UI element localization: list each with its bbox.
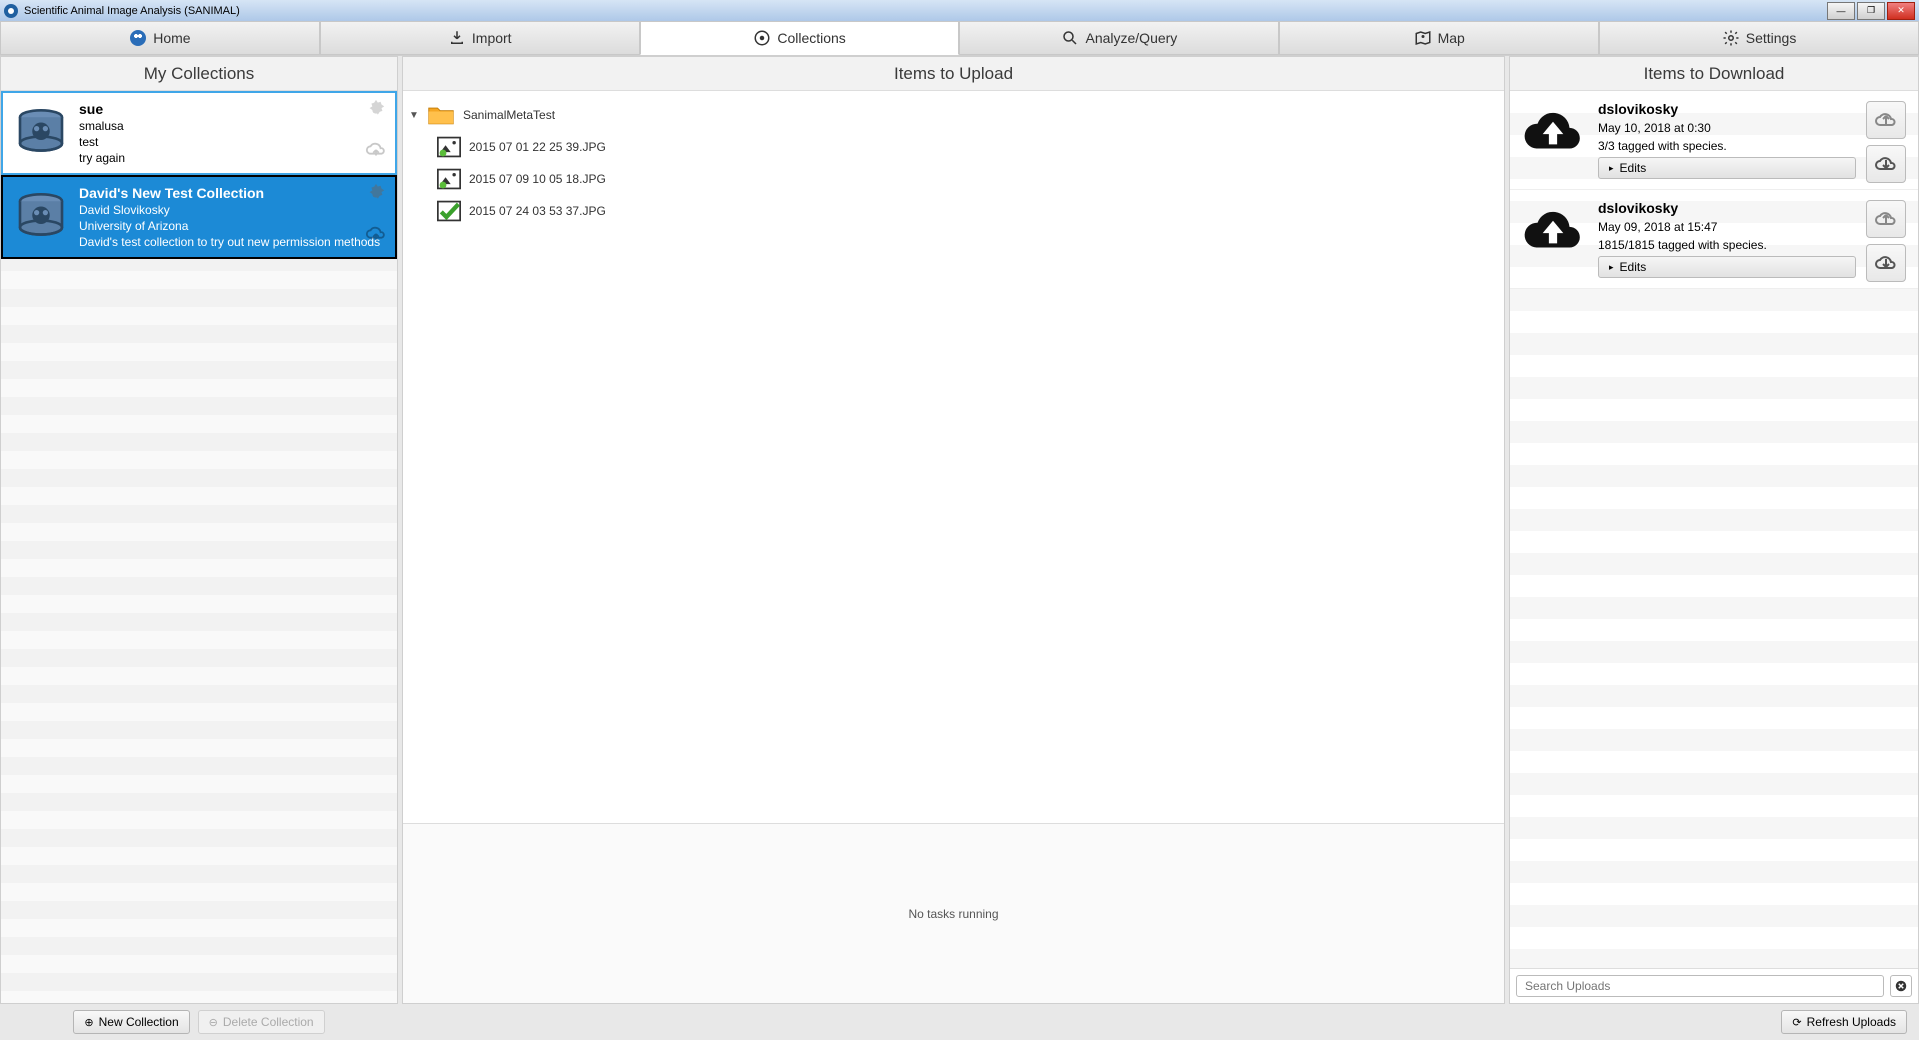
cloud-up-button[interactable] bbox=[1866, 101, 1906, 139]
status-text: No tasks running bbox=[908, 907, 998, 921]
cloud-upload-icon[interactable] bbox=[365, 139, 387, 161]
cloud-down-button[interactable] bbox=[1866, 145, 1906, 183]
delete-icon: ⊖ bbox=[209, 1016, 218, 1029]
collection-desc: David's test collection to try out new p… bbox=[79, 235, 385, 249]
tab-map[interactable]: Map bbox=[1279, 21, 1599, 55]
tree-file[interactable]: 2015 07 24 03 53 37.JPG bbox=[409, 195, 1498, 227]
database-icon bbox=[13, 189, 69, 245]
tab-home[interactable]: Home bbox=[0, 21, 320, 55]
tab-collections[interactable]: Collections bbox=[640, 21, 960, 55]
window-title: Scientific Animal Image Analysis (SANIMA… bbox=[24, 5, 240, 17]
cloud-upload-large-icon bbox=[1518, 200, 1588, 282]
folder-name: SanimalMetaTest bbox=[463, 108, 555, 122]
collection-desc: try again bbox=[79, 151, 385, 165]
collection-org: University of Arizona bbox=[79, 219, 385, 233]
file-name: 2015 07 01 22 25 39.JPG bbox=[469, 140, 606, 154]
tab-label: Collections bbox=[777, 30, 845, 46]
tree-file[interactable]: 2015 07 09 10 05 18.JPG bbox=[409, 163, 1498, 195]
download-header: Items to Download bbox=[1510, 57, 1918, 91]
folder-icon bbox=[427, 104, 455, 126]
collection-org: test bbox=[79, 135, 385, 149]
gear-icon[interactable] bbox=[365, 183, 387, 205]
download-date: May 09, 2018 at 15:47 bbox=[1598, 220, 1856, 234]
search-input[interactable] bbox=[1516, 975, 1884, 997]
collection-owner: David Slovikosky bbox=[79, 203, 385, 217]
window-titlebar: Scientific Animal Image Analysis (SANIMA… bbox=[0, 0, 1919, 22]
tab-label: Home bbox=[153, 30, 190, 46]
tree-folder[interactable]: ▼ SanimalMetaTest bbox=[409, 99, 1498, 131]
download-date: May 10, 2018 at 0:30 bbox=[1598, 121, 1856, 135]
cloud-up-button[interactable] bbox=[1866, 200, 1906, 238]
my-collections-header: My Collections bbox=[1, 57, 397, 91]
delete-collection-button[interactable]: ⊖ Delete Collection bbox=[198, 1010, 325, 1034]
download-tagged: 1815/1815 tagged with species. bbox=[1598, 238, 1856, 252]
my-collections-panel: My Collections sue smalusa test try agai… bbox=[0, 56, 398, 1004]
tab-label: Analyze/Query bbox=[1085, 30, 1177, 46]
refresh-uploads-button[interactable]: ⟳ Refresh Uploads bbox=[1781, 1010, 1907, 1034]
image-icon bbox=[437, 168, 461, 190]
tab-label: Settings bbox=[1746, 30, 1797, 46]
file-name: 2015 07 09 10 05 18.JPG bbox=[469, 172, 606, 186]
upload-tree: ▼ SanimalMetaTest 2015 07 01 22 25 39.JP… bbox=[403, 91, 1504, 823]
import-icon bbox=[448, 29, 466, 47]
edits-button[interactable]: Edits bbox=[1598, 157, 1856, 179]
tab-bar: Home Import Collections Analyze/Query Ma… bbox=[0, 22, 1919, 56]
download-item: dslovikosky May 10, 2018 at 0:30 3/3 tag… bbox=[1510, 91, 1918, 190]
image-icon bbox=[437, 136, 461, 158]
maximize-button[interactable]: ❐ bbox=[1857, 2, 1885, 20]
cloud-upload-large-icon bbox=[1518, 101, 1588, 183]
tab-settings[interactable]: Settings bbox=[1599, 21, 1919, 55]
items-to-upload-panel: Items to Upload ▼ SanimalMetaTest 2015 0… bbox=[402, 56, 1505, 1004]
edits-button[interactable]: Edits bbox=[1598, 256, 1856, 278]
collection-title: David's New Test Collection bbox=[79, 185, 385, 201]
collection-item[interactable]: sue smalusa test try again bbox=[1, 91, 397, 175]
collections-icon bbox=[753, 29, 771, 47]
new-collection-button[interactable]: ⊕ New Collection bbox=[73, 1010, 189, 1034]
download-user: dslovikosky bbox=[1598, 101, 1856, 117]
tab-analyze[interactable]: Analyze/Query bbox=[959, 21, 1279, 55]
close-button[interactable]: ✕ bbox=[1887, 2, 1915, 20]
app-icon bbox=[4, 4, 18, 18]
minimize-button[interactable]: — bbox=[1827, 2, 1855, 20]
tree-expander-icon[interactable]: ▼ bbox=[409, 110, 419, 121]
task-status-area: No tasks running bbox=[403, 823, 1504, 1003]
database-icon bbox=[13, 105, 69, 161]
cloud-down-button[interactable] bbox=[1866, 244, 1906, 282]
settings-icon bbox=[1722, 29, 1740, 47]
collection-title: sue bbox=[79, 101, 385, 117]
tab-import[interactable]: Import bbox=[320, 21, 640, 55]
cloud-upload-icon[interactable] bbox=[365, 223, 387, 245]
download-tagged: 3/3 tagged with species. bbox=[1598, 139, 1856, 153]
tab-label: Import bbox=[472, 30, 512, 46]
collection-owner: smalusa bbox=[79, 119, 385, 133]
search-clear-button[interactable] bbox=[1890, 975, 1912, 997]
download-list: dslovikosky May 10, 2018 at 0:30 3/3 tag… bbox=[1510, 91, 1918, 968]
analyze-icon bbox=[1061, 29, 1079, 47]
file-name: 2015 07 24 03 53 37.JPG bbox=[469, 204, 606, 218]
plus-icon: ⊕ bbox=[84, 1016, 93, 1029]
tab-label: Map bbox=[1438, 30, 1465, 46]
gear-icon[interactable] bbox=[365, 99, 387, 121]
download-item: dslovikosky May 09, 2018 at 15:47 1815/1… bbox=[1510, 190, 1918, 289]
upload-header: Items to Upload bbox=[403, 57, 1504, 91]
items-to-download-panel: Items to Download dslovikosky May 10, 20… bbox=[1509, 56, 1919, 1004]
collections-list: sue smalusa test try again bbox=[1, 91, 397, 1003]
tree-file[interactable]: 2015 07 01 22 25 39.JPG bbox=[409, 131, 1498, 163]
image-checked-icon bbox=[437, 200, 461, 222]
collection-item[interactable]: David's New Test Collection David Slovik… bbox=[1, 175, 397, 259]
refresh-icon: ⟳ bbox=[1792, 1016, 1801, 1029]
bottom-bar: ⊕ New Collection ⊖ Delete Collection ⟳ R… bbox=[0, 1004, 1919, 1040]
download-user: dslovikosky bbox=[1598, 200, 1856, 216]
map-icon bbox=[1414, 29, 1432, 47]
home-icon bbox=[129, 29, 147, 47]
